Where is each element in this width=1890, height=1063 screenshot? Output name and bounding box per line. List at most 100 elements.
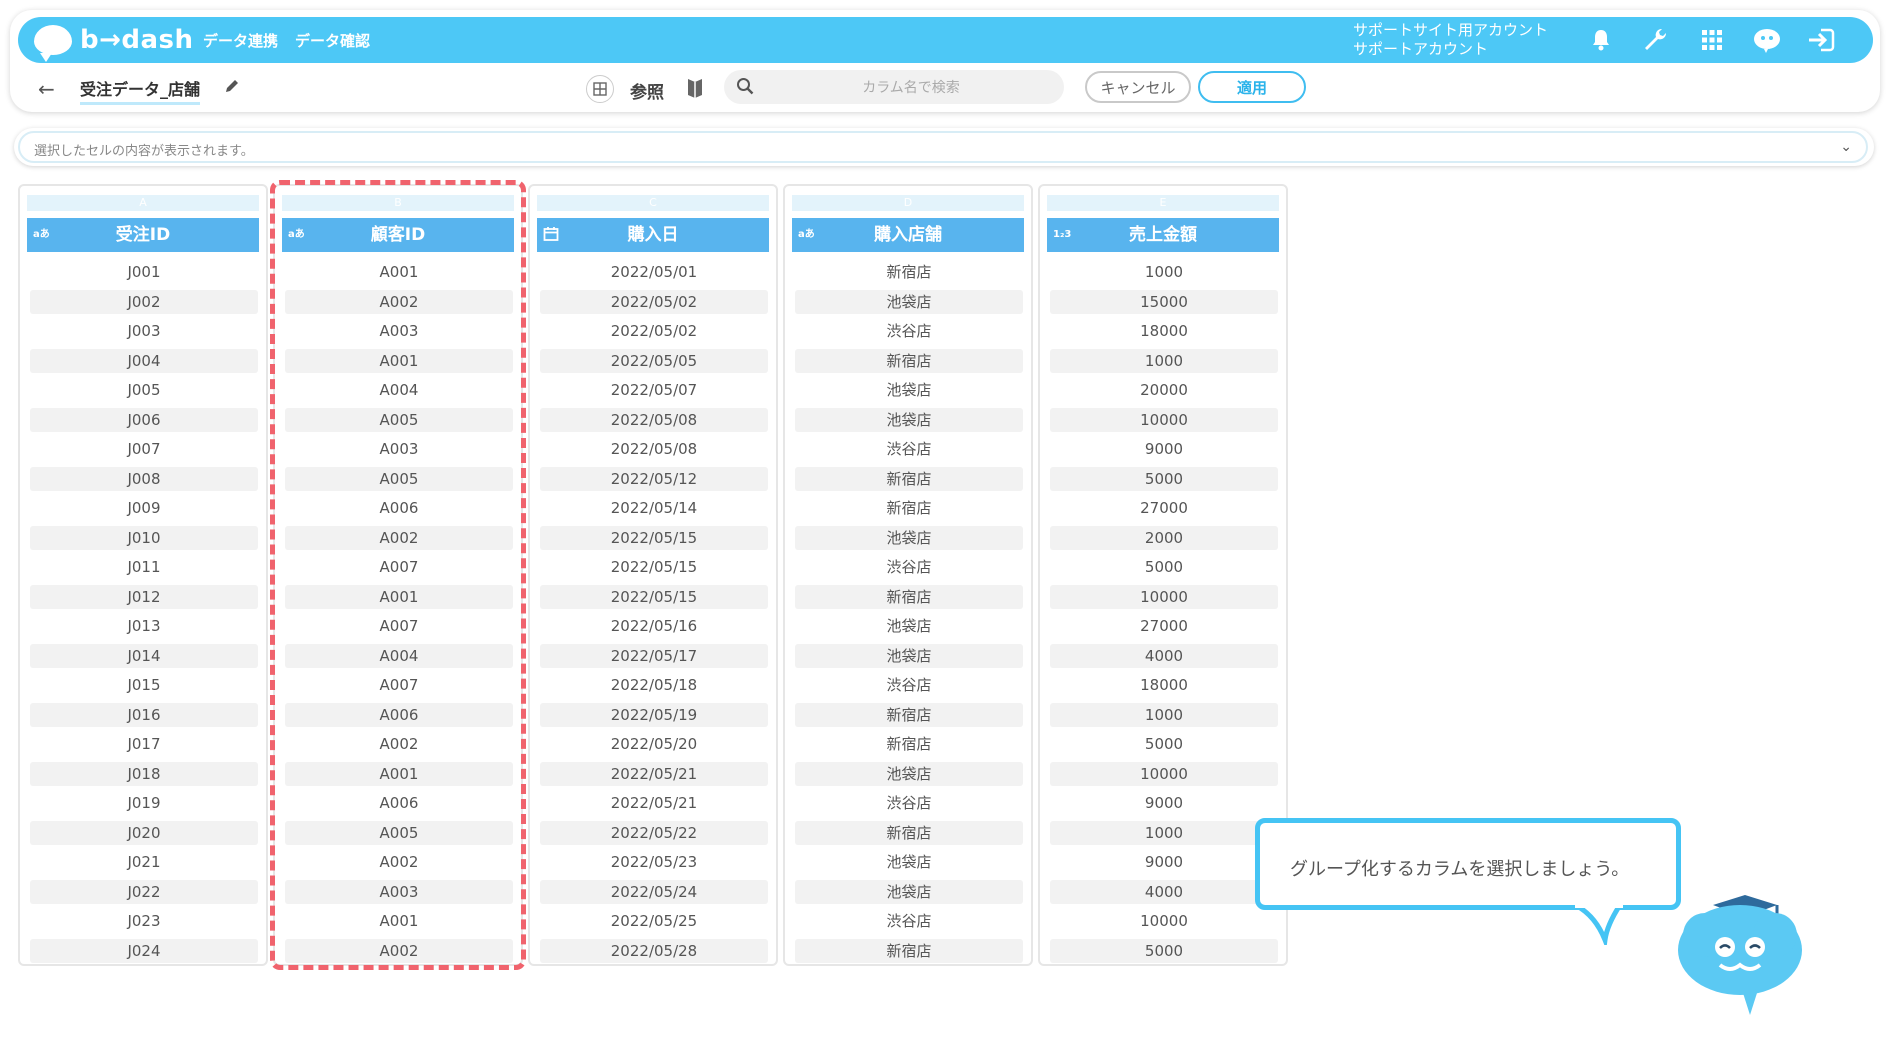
cell-content-viewer[interactable]: 選択したセルの内容が表示されます。 ⌄ <box>14 128 1874 166</box>
table-cell[interactable]: 9000 <box>1050 850 1278 874</box>
table-cell[interactable]: 池袋店 <box>795 614 1023 638</box>
column-header[interactable]: aあ 購入店舗 <box>792 218 1024 252</box>
table-cell[interactable]: J020 <box>30 820 258 845</box>
table-cell[interactable]: J013 <box>30 614 258 638</box>
column-c[interactable]: C 購入日 2022/05/01 2022/05/02 2022/05/02 2022/0… <box>528 184 778 966</box>
table-cell[interactable]: 新宿店 <box>795 584 1023 609</box>
column-a[interactable]: Aaあ 受注ID J001 J002 J003 J004 J005 J006 J007 J008 J… <box>18 184 268 966</box>
table-cell[interactable]: 18000 <box>1050 673 1278 697</box>
table-cell[interactable]: J018 <box>30 761 258 786</box>
apply-button[interactable]: 適用 <box>1198 71 1306 103</box>
table-cell[interactable]: J005 <box>30 378 258 402</box>
table-cell[interactable]: 渋谷店 <box>795 555 1023 579</box>
table-cell[interactable]: J009 <box>30 496 258 520</box>
table-cell[interactable]: 2022/05/19 <box>540 702 768 727</box>
table-cell[interactable]: 2022/05/15 <box>540 525 768 550</box>
table-cell[interactable]: 新宿店 <box>795 260 1023 284</box>
table-cell[interactable]: 10000 <box>1050 761 1278 786</box>
table-cell[interactable]: 渋谷店 <box>795 673 1023 697</box>
column-letter[interactable]: D <box>792 195 1024 211</box>
table-cell[interactable]: 池袋店 <box>795 378 1023 402</box>
table-cell[interactable]: 2022/05/23 <box>540 850 768 874</box>
table-cell[interactable]: 2022/05/22 <box>540 820 768 845</box>
bell-icon[interactable] <box>1584 23 1618 57</box>
table-cell[interactable]: J012 <box>30 584 258 609</box>
table-cell[interactable]: 2022/05/25 <box>540 909 768 933</box>
apps-grid-icon[interactable] <box>1695 23 1729 57</box>
table-cell[interactable]: 2022/05/15 <box>540 584 768 609</box>
table-cell[interactable]: 15000 <box>1050 289 1278 314</box>
table-cell[interactable]: 新宿店 <box>795 348 1023 373</box>
logout-icon[interactable] <box>1805 23 1839 57</box>
edit-pencil-icon[interactable] <box>224 78 240 98</box>
table-cell[interactable]: 2022/05/28 <box>540 938 768 963</box>
table-cell[interactable]: 2022/05/24 <box>540 879 768 904</box>
column-header[interactable]: 購入日 <box>537 218 769 252</box>
table-cell[interactable]: J007 <box>30 437 258 461</box>
table-cell[interactable]: 5000 <box>1050 466 1278 491</box>
nav-data-check[interactable]: データ確認 <box>295 30 370 51</box>
table-cell[interactable]: 1000 <box>1050 260 1278 284</box>
table-cell[interactable]: J008 <box>30 466 258 491</box>
reference-label[interactable]: 参照 <box>630 78 664 103</box>
table-cell[interactable]: 池袋店 <box>795 643 1023 668</box>
table-cell[interactable]: 新宿店 <box>795 820 1023 845</box>
table-cell[interactable]: 9000 <box>1050 791 1278 815</box>
table-cell[interactable]: J014 <box>30 643 258 668</box>
chevron-down-icon[interactable]: ⌄ <box>1840 139 1852 155</box>
table-cell[interactable]: 新宿店 <box>795 702 1023 727</box>
table-cell[interactable]: 渋谷店 <box>795 791 1023 815</box>
table-cell[interactable]: 5000 <box>1050 938 1278 963</box>
table-cell[interactable]: 2022/05/21 <box>540 761 768 786</box>
table-cell[interactable]: 池袋店 <box>795 850 1023 874</box>
table-cell[interactable]: 5000 <box>1050 555 1278 579</box>
table-cell[interactable]: 渋谷店 <box>795 437 1023 461</box>
table-cell[interactable]: 2022/05/08 <box>540 437 768 461</box>
table-cell[interactable]: J021 <box>30 850 258 874</box>
column-e[interactable]: E 1₂3 売上金額 1000 15000 18000 1000 20000 10000 9000… <box>1038 184 1288 966</box>
table-cell[interactable]: J015 <box>30 673 258 697</box>
table-cell[interactable]: 池袋店 <box>795 879 1023 904</box>
table-cell[interactable]: J017 <box>30 732 258 756</box>
table-cell[interactable]: 新宿店 <box>795 496 1023 520</box>
table-cell[interactable]: 1000 <box>1050 702 1278 727</box>
table-cell[interactable]: 4000 <box>1050 643 1278 668</box>
table-cell[interactable]: 2022/05/16 <box>540 614 768 638</box>
table-cell[interactable]: 2022/05/17 <box>540 643 768 668</box>
table-cell[interactable]: 渋谷店 <box>795 319 1023 343</box>
table-cell[interactable]: 2022/05/02 <box>540 289 768 314</box>
account-info[interactable]: サポートサイト用アカウント サポートアカウント <box>1353 21 1548 59</box>
table-grid-icon[interactable] <box>586 75 614 103</box>
table-cell[interactable]: J002 <box>30 289 258 314</box>
table-cell[interactable]: 10000 <box>1050 584 1278 609</box>
table-cell[interactable]: 池袋店 <box>795 525 1023 550</box>
table-cell[interactable]: 2000 <box>1050 525 1278 550</box>
table-cell[interactable]: 20000 <box>1050 378 1278 402</box>
table-cell[interactable]: 渋谷店 <box>795 909 1023 933</box>
table-cell[interactable]: 5000 <box>1050 732 1278 756</box>
table-cell[interactable]: 池袋店 <box>795 761 1023 786</box>
table-cell[interactable]: 2022/05/08 <box>540 407 768 432</box>
table-cell[interactable]: 2022/05/14 <box>540 496 768 520</box>
nav-data-integration[interactable]: データ連携 <box>203 30 278 51</box>
bdash-logo[interactable]: b→dash <box>34 23 194 62</box>
table-cell[interactable]: 新宿店 <box>795 466 1023 491</box>
column-letter[interactable]: E <box>1047 195 1279 211</box>
table-cell[interactable]: 10000 <box>1050 407 1278 432</box>
column-header[interactable]: aあ 受注ID <box>27 218 259 252</box>
table-cell[interactable]: 池袋店 <box>795 407 1023 432</box>
table-cell[interactable]: 2022/05/20 <box>540 732 768 756</box>
search-input[interactable] <box>764 70 1058 106</box>
table-cell[interactable]: J010 <box>30 525 258 550</box>
bookmark-icon[interactable] <box>686 77 704 103</box>
table-cell[interactable]: 2022/05/15 <box>540 555 768 579</box>
table-cell[interactable]: 2022/05/01 <box>540 260 768 284</box>
wrench-icon[interactable] <box>1638 23 1672 57</box>
table-cell[interactable]: 2022/05/21 <box>540 791 768 815</box>
table-cell[interactable]: 18000 <box>1050 319 1278 343</box>
table-cell[interactable]: J001 <box>30 260 258 284</box>
table-cell[interactable]: J003 <box>30 319 258 343</box>
table-cell[interactable]: J022 <box>30 879 258 904</box>
table-cell[interactable]: 2022/05/18 <box>540 673 768 697</box>
column-letter[interactable]: A <box>27 195 259 211</box>
